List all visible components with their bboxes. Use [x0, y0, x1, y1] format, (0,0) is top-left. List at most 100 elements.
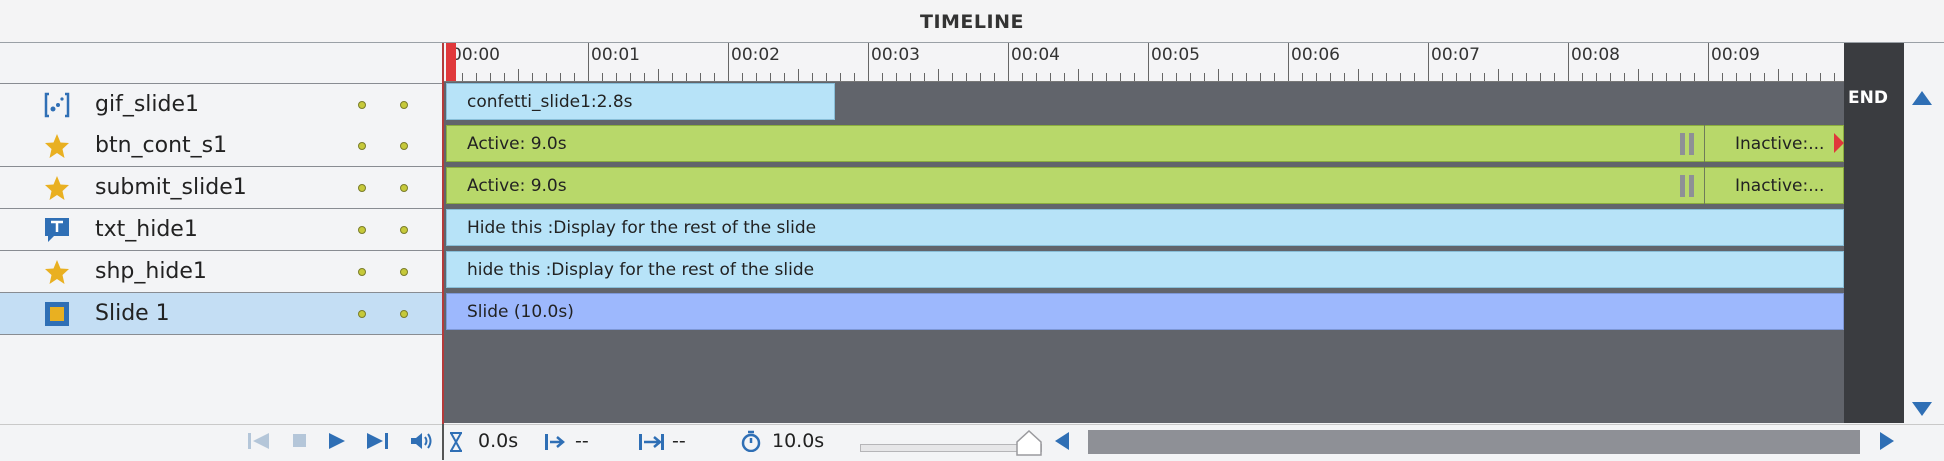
minor-tick — [798, 69, 799, 81]
skip-end-icon[interactable] — [367, 432, 389, 450]
timeline-bar-submit[interactable]: Active: 9.0s Inactive:... — [446, 167, 1844, 204]
minor-tick — [1554, 73, 1555, 81]
time-ruler[interactable]: 00:00 00:01 00:02 00:03 00:04 00:05 00:06 00:07… — [444, 43, 1900, 82]
minor-tick — [1274, 73, 1275, 81]
scroll-left-icon[interactable] — [1055, 432, 1069, 450]
gif-animation-icon — [44, 92, 70, 118]
major-tick — [1568, 43, 1569, 81]
minor-tick — [602, 73, 603, 81]
minor-tick — [1820, 73, 1821, 81]
minor-tick — [1078, 69, 1079, 81]
layer-name: shp_hide1 — [95, 259, 207, 284]
minor-tick — [1666, 73, 1667, 81]
visibility-toggle[interactable] — [358, 142, 366, 150]
major-tick — [1428, 43, 1429, 81]
minor-tick — [1372, 73, 1373, 81]
lock-toggle[interactable] — [400, 268, 408, 276]
minor-tick — [616, 73, 617, 81]
layer-name: btn_cont_s1 — [95, 133, 228, 158]
layer-row-shp-hide1[interactable]: shp_hide1 — [0, 251, 442, 293]
minor-tick — [1358, 69, 1359, 81]
zoom-slider-track[interactable] — [860, 444, 1042, 452]
timeline-bar-shp-hide[interactable]: hide this :Display for the rest of the s… — [446, 251, 1844, 288]
visibility-toggle[interactable] — [358, 310, 366, 318]
layer-row-gif-slide1[interactable]: gif_slide1 — [0, 83, 442, 126]
minor-tick — [1722, 73, 1723, 81]
minor-tick — [658, 69, 659, 81]
timeline-bar-btn-cont[interactable]: Active: 9.0s Inactive:... — [446, 125, 1844, 162]
minor-tick — [1470, 73, 1471, 81]
pause-marker[interactable] — [1689, 133, 1694, 155]
scroll-right-icon[interactable] — [1880, 432, 1894, 450]
layer-row-txt-hide1[interactable]: txt_hide1 — [0, 209, 442, 251]
visibility-toggle[interactable] — [358, 101, 366, 109]
minor-tick — [1120, 73, 1121, 81]
pause-marker[interactable] — [1680, 175, 1685, 197]
lock-toggle[interactable] — [400, 142, 408, 150]
minor-tick — [1246, 73, 1247, 81]
minor-tick — [1792, 73, 1793, 81]
minor-tick — [1778, 69, 1779, 81]
lock-toggle[interactable] — [400, 226, 408, 234]
scroll-up-icon[interactable] — [1912, 91, 1932, 105]
playhead-handle[interactable] — [446, 43, 456, 81]
lock-toggle[interactable] — [400, 101, 408, 109]
minor-tick — [1386, 73, 1387, 81]
active-inactive-divider[interactable] — [1704, 125, 1705, 162]
speaker-volume-icon[interactable] — [410, 431, 434, 451]
inactive-duration-label: Inactive:... — [1735, 134, 1825, 154]
layer-row-submit-slide1[interactable]: submit_slide1 — [0, 167, 442, 209]
minor-tick — [966, 73, 967, 81]
timeline-bar-slide[interactable]: Slide (10.0s) — [446, 293, 1844, 330]
visibility-toggle[interactable] — [358, 268, 366, 276]
layer-name: Slide 1 — [95, 301, 170, 326]
star-icon — [45, 134, 69, 158]
minor-tick — [644, 73, 645, 81]
minor-tick — [1260, 73, 1261, 81]
timeline-bar-gif[interactable]: confetti_slide1:2.8s — [446, 83, 835, 120]
rewind-start-icon[interactable] — [248, 432, 270, 450]
minor-tick — [462, 73, 463, 81]
active-duration-label: Active: 9.0s — [467, 176, 567, 196]
panel-title: TIMELINE — [920, 11, 1024, 33]
inactive-duration-label: Inactive:... — [1735, 176, 1825, 196]
horizontal-scroll-thumb[interactable] — [1088, 430, 1860, 454]
minor-tick — [1596, 73, 1597, 81]
pause-marker[interactable] — [1680, 133, 1685, 155]
pause-marker[interactable] — [1689, 175, 1694, 197]
play-icon[interactable] — [329, 432, 345, 450]
major-tick — [1148, 43, 1149, 81]
ruler-time-label: 00:05 — [1151, 45, 1200, 65]
duration-value: 10.0s — [772, 430, 825, 452]
ruler-time-label: 00:09 — [1711, 45, 1760, 65]
minor-tick — [1036, 73, 1037, 81]
ruler-time-label: 00:00 — [451, 45, 500, 65]
minor-tick — [882, 73, 883, 81]
minor-tick — [1190, 73, 1191, 81]
scroll-down-icon[interactable] — [1912, 402, 1932, 416]
visibility-toggle[interactable] — [358, 184, 366, 192]
stop-icon[interactable] — [293, 434, 306, 447]
minor-tick — [938, 69, 939, 81]
zoom-slider-thumb[interactable] — [1016, 430, 1042, 456]
layer-row-slide-1[interactable]: Slide 1 — [0, 293, 442, 335]
end-marker-icon — [639, 434, 664, 450]
active-inactive-divider[interactable] — [1704, 167, 1705, 204]
minor-tick — [770, 73, 771, 81]
layer-name: gif_slide1 — [95, 92, 200, 117]
layer-row-btn-cont-s1[interactable]: btn_cont_s1 — [0, 125, 442, 167]
lock-toggle[interactable] — [400, 310, 408, 318]
lock-toggle[interactable] — [400, 184, 408, 192]
visibility-toggle[interactable] — [358, 226, 366, 234]
ruler-time-label: 00:06 — [1291, 45, 1340, 65]
minor-tick — [1638, 69, 1639, 81]
minor-tick — [742, 73, 743, 81]
minor-tick — [1540, 73, 1541, 81]
playhead-line[interactable] — [442, 43, 444, 460]
minor-tick — [1750, 73, 1751, 81]
minor-tick — [1316, 73, 1317, 81]
major-tick — [588, 43, 589, 81]
minor-tick — [952, 73, 953, 81]
minor-tick — [574, 73, 575, 81]
timeline-bar-txt-hide[interactable]: Hide this :Display for the rest of the s… — [446, 209, 1844, 246]
